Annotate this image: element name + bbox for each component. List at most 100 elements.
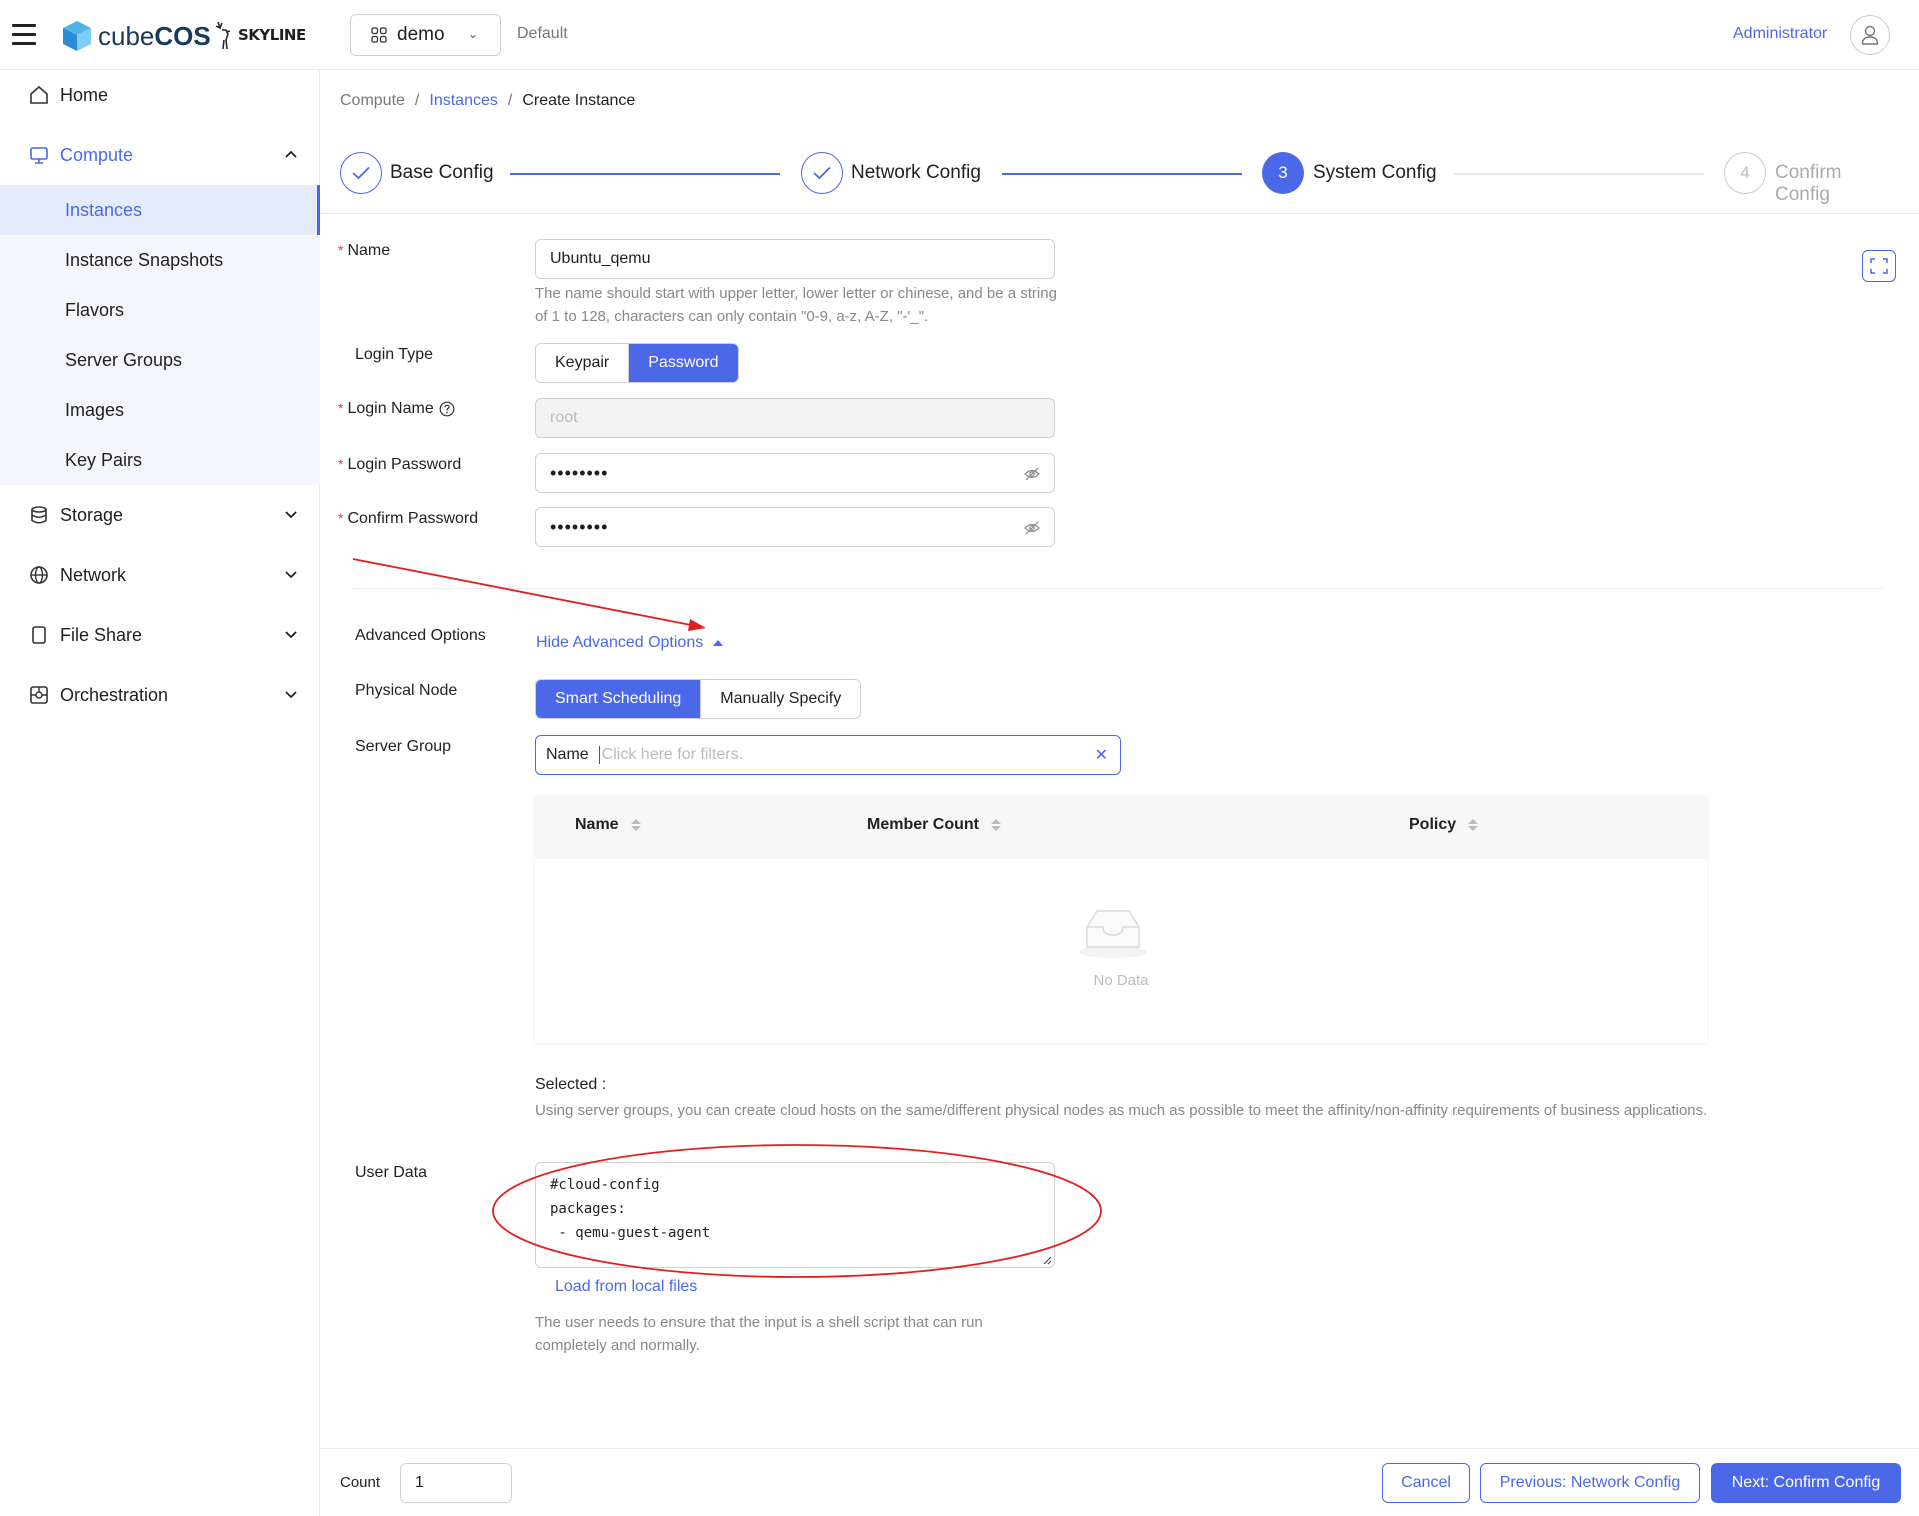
filter-placeholder[interactable]: Click here for filters.: [598, 746, 743, 764]
steps-bar: Base Config Network Config 3 System Conf…: [340, 152, 1900, 205]
sidebar-item-label: Orchestration: [60, 684, 169, 705]
cancel-button[interactable]: Cancel: [1382, 1463, 1470, 1503]
menu-icon[interactable]: [12, 24, 36, 46]
grid-icon: [371, 27, 387, 43]
next-button[interactable]: Next: Confirm Config: [1711, 1463, 1901, 1503]
project-name: demo: [397, 24, 445, 45]
name-input[interactable]: Ubuntu_qemu: [535, 239, 1055, 279]
selected-label: Selected :: [535, 1076, 607, 1093]
step-system-config: System Config: [1313, 162, 1437, 183]
sidebar-item-label: Compute: [60, 144, 134, 165]
orchestration-icon: [30, 686, 48, 704]
step-2-check-icon: [801, 152, 843, 194]
breadcrumb: Compute / Instances / Create Instance: [340, 92, 635, 110]
hide-advanced-options-link[interactable]: Hide Advanced Options: [536, 634, 724, 652]
cubecos-logo: cubeCOS: [62, 20, 211, 52]
empty-inbox-icon: [1079, 910, 1147, 958]
required-mark: *: [338, 510, 344, 526]
sidebar-item-home[interactable]: Home: [0, 70, 320, 120]
database-icon: [31, 506, 47, 524]
sidebar-item-instances[interactable]: Instances: [0, 185, 320, 235]
monitor-icon: [30, 147, 48, 164]
login-name-label: * Login Name: [338, 400, 455, 418]
footer-bar: Count 1 Cancel Previous: Network Config …: [320, 1448, 1919, 1516]
confirm-password-label-text: Confirm Password: [347, 510, 479, 527]
user-data-hint: The user needs to ensure that the input …: [535, 1314, 983, 1354]
top-bar: cubeCOS SKYLINE demo ⌄ Default Administr…: [0, 0, 1919, 70]
resize-handle-icon[interactable]: [1043, 1256, 1052, 1265]
help-icon[interactable]: [439, 401, 455, 417]
section-divider: [353, 588, 1883, 589]
chevron-down-icon: [285, 571, 297, 579]
column-policy[interactable]: Policy: [1409, 816, 1479, 834]
physical-node-label: Physical Node: [355, 682, 458, 699]
step-line: [1002, 173, 1242, 175]
column-member-count[interactable]: Member Count: [867, 816, 1001, 834]
server-group-label: Server Group: [355, 738, 452, 755]
chevron-down-icon: [285, 691, 297, 699]
manually-specify-option[interactable]: Manually Specify: [700, 680, 860, 718]
project-select[interactable]: demo ⌄: [350, 14, 501, 56]
previous-button[interactable]: Previous: Network Config: [1480, 1463, 1700, 1503]
confirm-password-input[interactable]: ••••••••: [535, 507, 1055, 547]
login-type-password[interactable]: Password: [628, 344, 738, 382]
step-base-config: Base Config: [390, 162, 494, 183]
sidebar-item-images[interactable]: Images: [0, 385, 320, 435]
advanced-options-label: Advanced Options: [355, 627, 486, 644]
smart-scheduling-option[interactable]: Smart Scheduling: [536, 680, 701, 718]
chevron-down-icon: [285, 511, 297, 519]
server-group-filter[interactable]: Name Click here for filters. ✕: [535, 735, 1121, 775]
annotation-arrow: [352, 558, 697, 627]
chevron-up-icon: [285, 150, 297, 158]
annotation-arrow-head: [688, 619, 706, 631]
load-from-local-files-link[interactable]: Load from local files: [555, 1278, 697, 1296]
column-policy-label: Policy: [1409, 816, 1457, 833]
name-hint: The name should start with upper letter,…: [535, 285, 1057, 325]
password-value: ••••••••: [550, 462, 609, 483]
count-label: Count: [340, 1474, 381, 1491]
sort-icon: [1468, 819, 1479, 831]
column-name[interactable]: Name: [575, 816, 641, 834]
sidebar-item-key-pairs[interactable]: Key Pairs: [0, 435, 320, 485]
eye-invisible-icon[interactable]: [1024, 466, 1040, 482]
column-name-label: Name: [575, 816, 619, 833]
count-input[interactable]: 1: [400, 1463, 512, 1503]
required-mark: *: [338, 400, 344, 416]
server-group-table: Name Member Count Policy No Data: [535, 795, 1707, 1043]
breadcrumb-instances[interactable]: Instances: [429, 92, 497, 110]
eye-invisible-icon[interactable]: [1024, 520, 1040, 536]
breadcrumb-separator: /: [507, 92, 513, 109]
login-name-input: root: [535, 398, 1055, 438]
sidebar-item-compute[interactable]: Compute: [0, 130, 320, 180]
sidebar-item-orchestration[interactable]: Orchestration: [0, 670, 320, 720]
login-name-label-text: Login Name: [347, 400, 434, 417]
fullscreen-icon[interactable]: [1862, 250, 1896, 282]
sidebar-item-server-groups[interactable]: Server Groups: [0, 335, 320, 385]
skyline-logo: SKYLINE: [212, 20, 306, 50]
sidebar-item-file-share[interactable]: File Share: [0, 610, 320, 660]
chevron-down-icon: ⌄: [467, 27, 478, 41]
file-share-icon: [32, 626, 46, 644]
user-data-textarea[interactable]: #cloud-config packages: - qemu-guest-age…: [535, 1162, 1055, 1268]
required-mark: *: [338, 242, 344, 258]
column-member-count-label: Member Count: [867, 816, 979, 833]
domain-label: Default: [517, 25, 568, 42]
avatar[interactable]: [1850, 15, 1890, 55]
name-label-text: Name: [347, 242, 391, 259]
sidebar-item-flavors[interactable]: Flavors: [0, 285, 320, 335]
chevron-down-icon: [285, 631, 297, 639]
breadcrumb-separator: /: [414, 92, 420, 109]
user-data-label: User Data: [355, 1164, 428, 1181]
login-password-input[interactable]: ••••••••: [535, 453, 1055, 493]
user-name[interactable]: Administrator: [1733, 25, 1827, 43]
sidebar-item-storage[interactable]: Storage: [0, 490, 320, 540]
sidebar-item-instance-snapshots[interactable]: Instance Snapshots: [0, 235, 320, 285]
step-network-config: Network Config: [851, 162, 981, 183]
sidebar: Home Compute Instances Instance Snapshot…: [0, 70, 320, 1516]
sidebar-item-network[interactable]: Network: [0, 550, 320, 600]
close-icon[interactable]: ✕: [1095, 745, 1108, 765]
steps-divider: [320, 213, 1919, 214]
cube-logo-icon: [63, 21, 91, 51]
sidebar-item-label: Network: [60, 564, 127, 585]
login-type-keypair[interactable]: Keypair: [536, 344, 628, 382]
